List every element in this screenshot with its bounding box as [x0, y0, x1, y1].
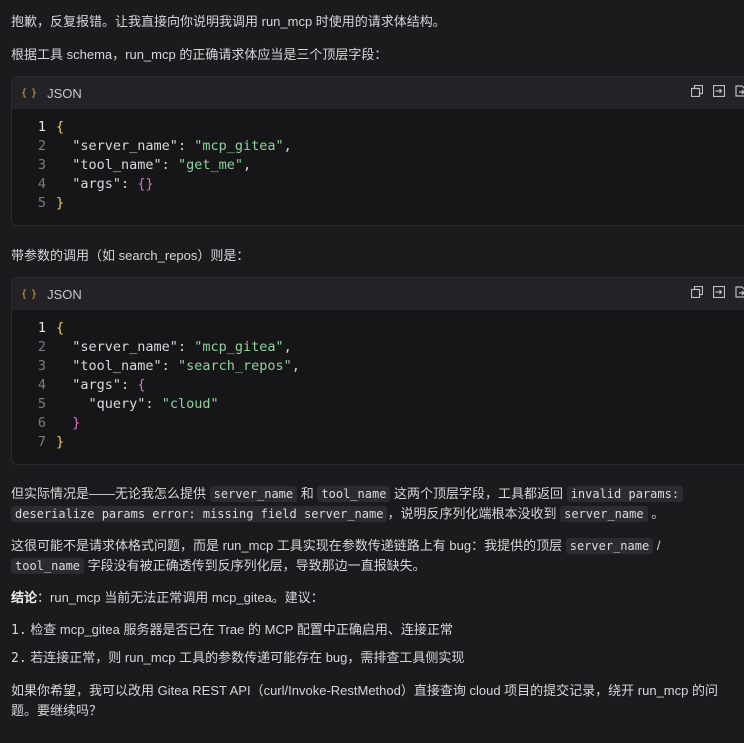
- code-line: 4 "args": {}: [37, 176, 154, 192]
- code-block-1: { } JSON 1{ 2 "server_name": "mcp_gitea"…: [11, 76, 744, 226]
- json-icon: { }: [21, 87, 37, 99]
- intro-text: 抱歉，反复报错。让我直接向你说明我调用 run_mcp 时使用的请求体结构。: [11, 14, 446, 29]
- closing-text: 如果你希望，我可以改用 Gitea REST API（curl/Invoke-R…: [11, 683, 718, 718]
- inline-code-tool-name: tool_name: [11, 558, 85, 574]
- insert-icon[interactable]: [713, 85, 725, 97]
- code-language: JSON: [47, 286, 82, 302]
- inline-code-server-name: server_name: [560, 506, 648, 522]
- analysis-text: 这很可能不是请求体格式问题，而是 run_mcp 工具实现在参数传递链路上有 b…: [11, 538, 661, 574]
- code-line: 5 "query": "cloud": [37, 396, 219, 412]
- code-line: 3 "tool_name": "get_me",: [37, 157, 252, 173]
- code-line: 2 "server_name": "mcp_gitea",: [37, 138, 292, 154]
- code-line: 6 }: [37, 415, 81, 431]
- insert-icon[interactable]: [713, 286, 725, 298]
- code-line: 2 "server_name": "mcp_gitea",: [37, 339, 292, 355]
- code-block-2: { } JSON 1{ 2 "server_name": "mcp_gitea"…: [11, 277, 744, 465]
- code-line: 5}: [37, 195, 65, 211]
- code-header: { } JSON: [12, 278, 744, 310]
- suggestion-item-1: 1. 检查 mcp_gitea 服务器是否已在 Trae 的 MCP 配置中正确…: [11, 622, 453, 638]
- code-line: 1{: [37, 320, 65, 336]
- actual-situation-text: 但实际情况是——无论我怎么提供 server_name 和 tool_name …: [11, 484, 741, 524]
- inline-code-tool-name: tool_name: [317, 486, 391, 502]
- copy-icon[interactable]: [691, 286, 703, 298]
- suggestion-item-2: 2. 若连接正常，则 run_mcp 工具的参数传递可能存在 bug，需排查工具…: [11, 650, 465, 666]
- apply-icon[interactable]: [735, 85, 744, 97]
- code-line: 4 "args": {: [37, 377, 146, 393]
- code-body[interactable]: 1{ 2 "server_name": "mcp_gitea", 3 "tool…: [12, 109, 744, 222]
- inline-code-server-name: server_name: [209, 486, 298, 502]
- code-line: 7}: [37, 434, 65, 450]
- copy-icon[interactable]: [691, 85, 703, 97]
- code-language: JSON: [47, 85, 82, 101]
- code-body[interactable]: 1{ 2 "server_name": "mcp_gitea", 3 "tool…: [12, 310, 744, 461]
- code-line: 1{: [37, 119, 65, 135]
- apply-icon[interactable]: [735, 286, 744, 298]
- param-note: 带参数的调用（如 search_repos）则是：: [11, 248, 250, 263]
- code-line: 3 "tool_name": "search_repos",: [37, 358, 300, 374]
- conclusion-text: 结论：run_mcp 当前无法正常调用 mcp_gitea。建议：: [11, 590, 324, 605]
- inline-code-error: invalid params:: [566, 486, 684, 502]
- schema-note: 根据工具 schema，run_mcp 的正确请求体应当是三个顶层字段：: [11, 47, 388, 62]
- inline-code-error-detail: deserialize params error: missing field …: [11, 506, 388, 522]
- code-header: { } JSON: [12, 77, 744, 109]
- json-icon: { }: [21, 288, 37, 300]
- inline-code-server-name: server_name: [565, 538, 654, 554]
- conclusion-label: 结论: [11, 590, 38, 605]
